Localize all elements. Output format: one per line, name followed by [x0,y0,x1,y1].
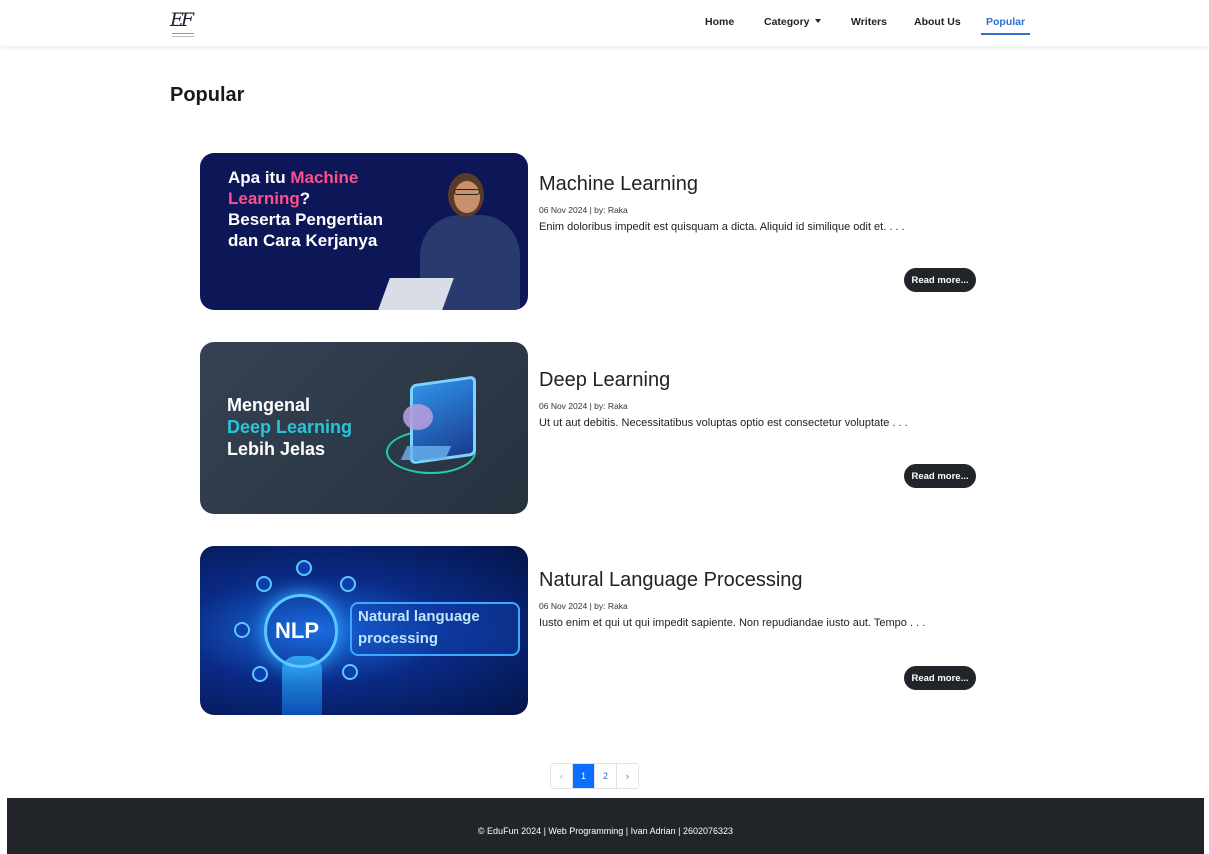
page-1-button[interactable]: 1 [573,764,595,788]
thumb-text: Apa itu [228,168,291,187]
thumbnail-caption: Mengenal Deep Learning Lebih Jelas [227,394,352,460]
laptop-icon [378,278,454,310]
footer-text: © EduFun 2024 | Web Programming | Ivan A… [477,826,734,836]
navbar: EF Home Category Writers About Us Popula… [0,0,1209,47]
thumb-text: Beserta Pengertian [228,210,383,229]
article-excerpt: Ut ut aut debitis. Necessitatibus volupt… [539,417,908,429]
footer: © EduFun 2024 | Web Programming | Ivan A… [7,798,1204,854]
article-meta: 06 Nov 2024 | by: Raka [539,601,628,611]
article-meta: 06 Nov 2024 | by: Raka [539,205,628,215]
nav-about-us[interactable]: About Us [914,16,961,28]
logo-text: EF [170,9,194,31]
nav-writers[interactable]: Writers [851,16,887,28]
article-title[interactable]: Natural Language Processing [539,569,803,592]
article-thumbnail[interactable]: NLP Natural language processing [200,546,528,715]
nav-category-dropdown[interactable]: Category [764,16,821,28]
nav-category-label: Category [764,16,810,28]
article-thumbnail[interactable]: Mengenal Deep Learning Lebih Jelas [200,342,528,514]
chip-icon [234,622,250,638]
arrow-icon [296,560,312,576]
nlp-badge: NLP [275,618,319,643]
nav-popular-label: Popular [986,16,1026,28]
code-icon [252,666,268,682]
logo-underline [172,33,194,37]
page-title: Popular [170,84,245,106]
globe-icon [340,576,356,592]
read-more-button[interactable]: Read more... [904,268,976,292]
pagination: ‹ 1 2 › [550,763,639,789]
thumb-text: Natural language [358,608,480,625]
thumb-text: dan Cara Kerjanya [228,231,378,250]
glasses-icon [454,189,480,195]
nav-home[interactable]: Home [705,16,734,28]
article-title[interactable]: Deep Learning [539,369,670,392]
article-excerpt: Iusto enim et qui ut qui impedit sapient… [539,617,926,629]
keyboard-icon [400,446,452,460]
thumb-text-highlight: Learning [228,189,300,208]
thumb-text-highlight: Deep Learning [227,417,353,437]
article-excerpt: Enim doloribus impedit est quisquam a di… [539,221,905,233]
next-page-button[interactable]: › [617,764,638,788]
active-underline [981,33,1031,35]
article-meta: 06 Nov 2024 | by: Raka [539,401,628,411]
read-more-button[interactable]: Read more... [904,666,976,690]
page-2-button[interactable]: 2 [595,764,617,788]
thumb-text-highlight: Machine [290,168,359,187]
chat-icon [342,664,358,680]
article-thumbnail[interactable]: Apa itu Machine Learning? Beserta Penger… [200,153,528,310]
article-title[interactable]: Machine Learning [539,173,698,196]
thumb-text: Mengenal [227,395,311,415]
prev-page-button[interactable]: ‹ [551,764,573,788]
caret-down-icon [814,19,821,23]
thumbnail-caption: Apa itu Machine Learning? Beserta Penger… [228,167,383,251]
read-more-button[interactable]: Read more... [904,464,976,488]
brain-icon [403,404,433,430]
gear-icon [256,576,272,592]
nav-popular[interactable]: Popular [981,16,1031,35]
person-face [454,181,480,213]
thumb-text: processing [358,630,439,647]
thumb-text: ? [299,189,311,208]
site-logo[interactable]: EF [170,9,196,39]
thumb-text: Lebih Jelas [227,439,326,459]
